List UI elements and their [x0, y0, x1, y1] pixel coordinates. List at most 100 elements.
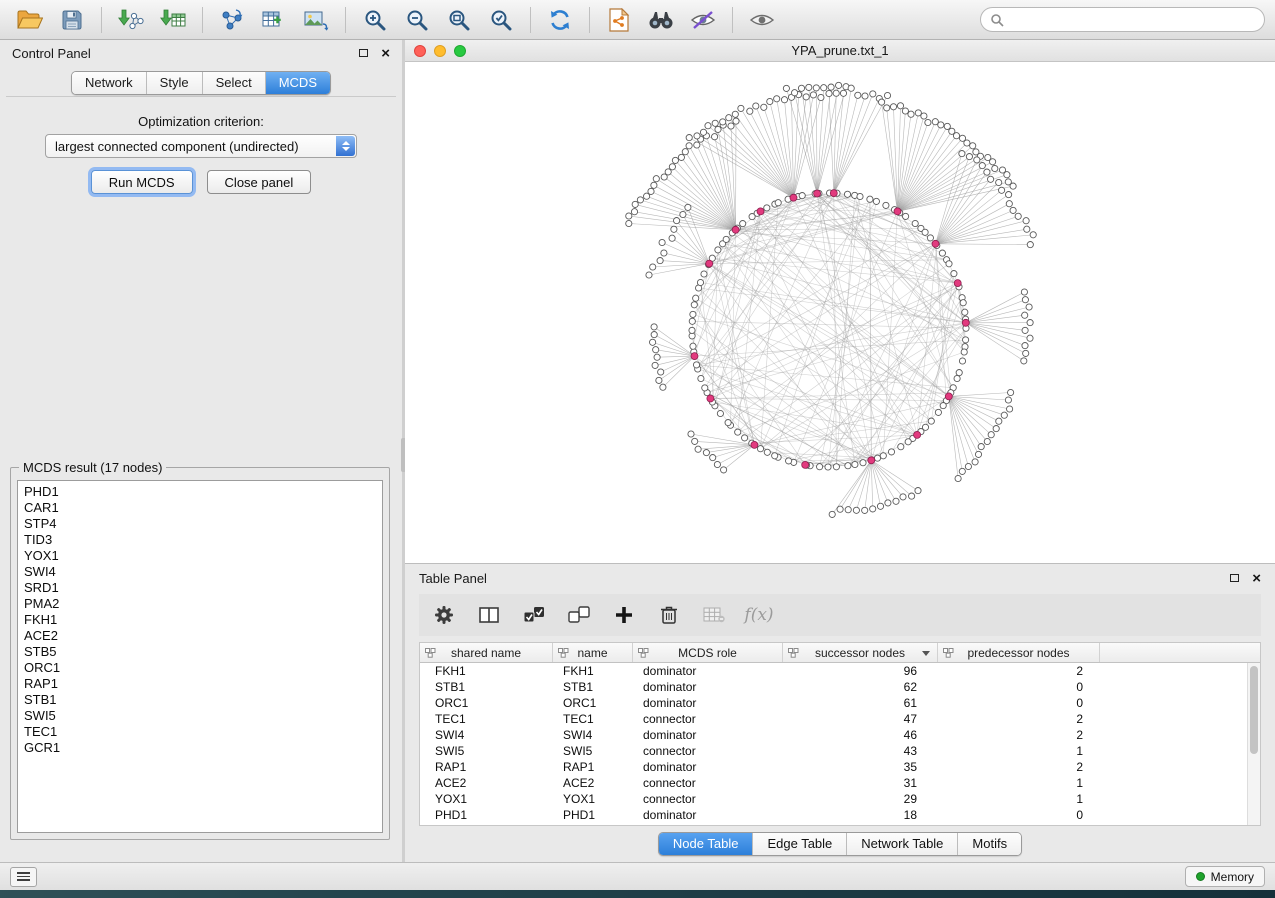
- mcds-result-item[interactable]: ORC1: [18, 660, 382, 676]
- import-table-button[interactable]: [153, 4, 193, 36]
- table-cell-shared_name: PHD1: [420, 808, 553, 822]
- save-session-button[interactable]: [52, 4, 92, 36]
- delete-table-button[interactable]: [701, 602, 727, 628]
- tab-mcds[interactable]: MCDS: [266, 72, 330, 94]
- search-box[interactable]: [980, 7, 1265, 32]
- control-panel-tabs: Network Style Select MCDS: [0, 71, 402, 95]
- table-row[interactable]: TEC1TEC1connector472: [420, 711, 1247, 727]
- tab-network[interactable]: Network: [72, 72, 147, 94]
- table-cell-successors: 47: [783, 712, 938, 726]
- new-network-button[interactable]: [212, 4, 252, 36]
- mcds-result-item[interactable]: TID3: [18, 532, 382, 548]
- tab-select[interactable]: Select: [203, 72, 266, 94]
- select-all-button[interactable]: [521, 602, 547, 628]
- table-cell-role: dominator: [633, 680, 783, 694]
- table-cell-shared_name: FKH1: [420, 664, 553, 678]
- table-cell-predecessors: 1: [938, 776, 1100, 790]
- new-table-icon: [261, 8, 287, 32]
- table-row[interactable]: ACE2ACE2connector311: [420, 775, 1247, 791]
- zoom-selected-button[interactable]: [481, 4, 521, 36]
- function-builder-button[interactable]: f(x): [746, 602, 772, 628]
- plus-icon: [615, 606, 633, 624]
- run-mcds-button[interactable]: Run MCDS: [91, 170, 193, 194]
- mcds-result-item[interactable]: SWI5: [18, 708, 382, 724]
- table-row[interactable]: FKH1FKH1dominator962: [420, 663, 1247, 679]
- split-view-icon: [479, 606, 499, 624]
- column-header-predecessor-nodes[interactable]: predecessor nodes: [938, 643, 1100, 662]
- criterion-dropdown-value: largest connected component (undirected): [55, 139, 299, 154]
- share-document-button[interactable]: [599, 4, 639, 36]
- network-graph[interactable]: [405, 62, 1275, 563]
- column-header-shared-name[interactable]: shared name: [420, 643, 553, 662]
- status-bar: Memory: [0, 862, 1275, 890]
- float-panel-icon[interactable]: [359, 49, 368, 57]
- tab-network-table[interactable]: Network Table: [847, 833, 958, 855]
- table-cell-successors: 31: [783, 776, 938, 790]
- table-row[interactable]: STB1STB1dominator620: [420, 679, 1247, 695]
- close-panel-icon[interactable]: ×: [381, 46, 390, 61]
- add-column-button[interactable]: [611, 602, 637, 628]
- tab-node-table[interactable]: Node Table: [659, 833, 754, 855]
- table-cell-predecessors: 2: [938, 664, 1100, 678]
- tab-style[interactable]: Style: [147, 72, 203, 94]
- column-type-icon: [788, 648, 799, 658]
- zoom-in-button[interactable]: [355, 4, 395, 36]
- import-network-icon: [118, 8, 144, 32]
- mcds-result-item[interactable]: STP4: [18, 516, 382, 532]
- task-history-button[interactable]: [10, 867, 37, 887]
- table-scrollbar[interactable]: [1247, 663, 1260, 825]
- column-header-name[interactable]: name: [553, 643, 633, 662]
- float-table-panel-icon[interactable]: [1230, 574, 1239, 582]
- export-image-button[interactable]: [296, 4, 336, 36]
- table-settings-button[interactable]: [431, 602, 457, 628]
- mcds-result-item[interactable]: TEC1: [18, 724, 382, 740]
- mcds-result-item[interactable]: FKH1: [18, 612, 382, 628]
- table-scrollbar-thumb[interactable]: [1250, 666, 1258, 754]
- table-cell-name: FKH1: [553, 664, 633, 678]
- show-view-button[interactable]: [742, 4, 782, 36]
- table-row[interactable]: SWI5SWI5connector431: [420, 743, 1247, 759]
- network-view[interactable]: [405, 62, 1275, 563]
- zoom-out-button[interactable]: [397, 4, 437, 36]
- tab-edge-table[interactable]: Edge Table: [753, 833, 847, 855]
- search-input[interactable]: [1010, 12, 1255, 27]
- table-cell-successors: 18: [783, 808, 938, 822]
- mcds-result-item[interactable]: RAP1: [18, 676, 382, 692]
- mcds-result-item[interactable]: SRD1: [18, 580, 382, 596]
- table-row[interactable]: RAP1RAP1dominator352: [420, 759, 1247, 775]
- mcds-result-item[interactable]: SWI4: [18, 564, 382, 580]
- find-button[interactable]: [641, 4, 681, 36]
- memory-button[interactable]: Memory: [1185, 866, 1265, 887]
- delete-column-button[interactable]: [656, 602, 682, 628]
- table-row[interactable]: PHD1PHD1dominator180: [420, 807, 1247, 823]
- close-panel-button[interactable]: Close panel: [207, 170, 312, 194]
- zoom-fit-button[interactable]: [439, 4, 479, 36]
- mcds-result-item[interactable]: PMA2: [18, 596, 382, 612]
- table-row[interactable]: YOX1YOX1connector291: [420, 791, 1247, 807]
- close-table-panel-icon[interactable]: ×: [1252, 571, 1261, 586]
- mcds-result-item[interactable]: CAR1: [18, 500, 382, 516]
- criterion-dropdown[interactable]: largest connected component (undirected): [45, 134, 357, 158]
- mcds-result-item[interactable]: STB5: [18, 644, 382, 660]
- table-row[interactable]: ORC1ORC1dominator610: [420, 695, 1247, 711]
- refresh-button[interactable]: [540, 4, 580, 36]
- toolbar-separator: [345, 7, 346, 33]
- table-mode-button[interactable]: [476, 602, 502, 628]
- table-row[interactable]: SWI4SWI4dominator462: [420, 727, 1247, 743]
- tab-motifs[interactable]: Motifs: [958, 833, 1021, 855]
- mcds-result-item[interactable]: PHD1: [18, 484, 382, 500]
- mcds-result-item[interactable]: GCR1: [18, 740, 382, 756]
- toggle-details-button[interactable]: [683, 4, 723, 36]
- column-header-successor-nodes[interactable]: successor nodes: [783, 643, 938, 662]
- table-cell-role: dominator: [633, 728, 783, 742]
- mcds-result-item[interactable]: YOX1: [18, 548, 382, 564]
- deselect-all-button[interactable]: [566, 602, 592, 628]
- mcds-result-item[interactable]: STB1: [18, 692, 382, 708]
- sort-descending-icon: [922, 651, 930, 656]
- open-file-button[interactable]: [10, 4, 50, 36]
- table-cell-shared_name: YOX1: [420, 792, 553, 806]
- new-table-button[interactable]: [254, 4, 294, 36]
- column-header-mcds-role[interactable]: MCDS role: [633, 643, 783, 662]
- mcds-result-item[interactable]: ACE2: [18, 628, 382, 644]
- import-network-button[interactable]: [111, 4, 151, 36]
